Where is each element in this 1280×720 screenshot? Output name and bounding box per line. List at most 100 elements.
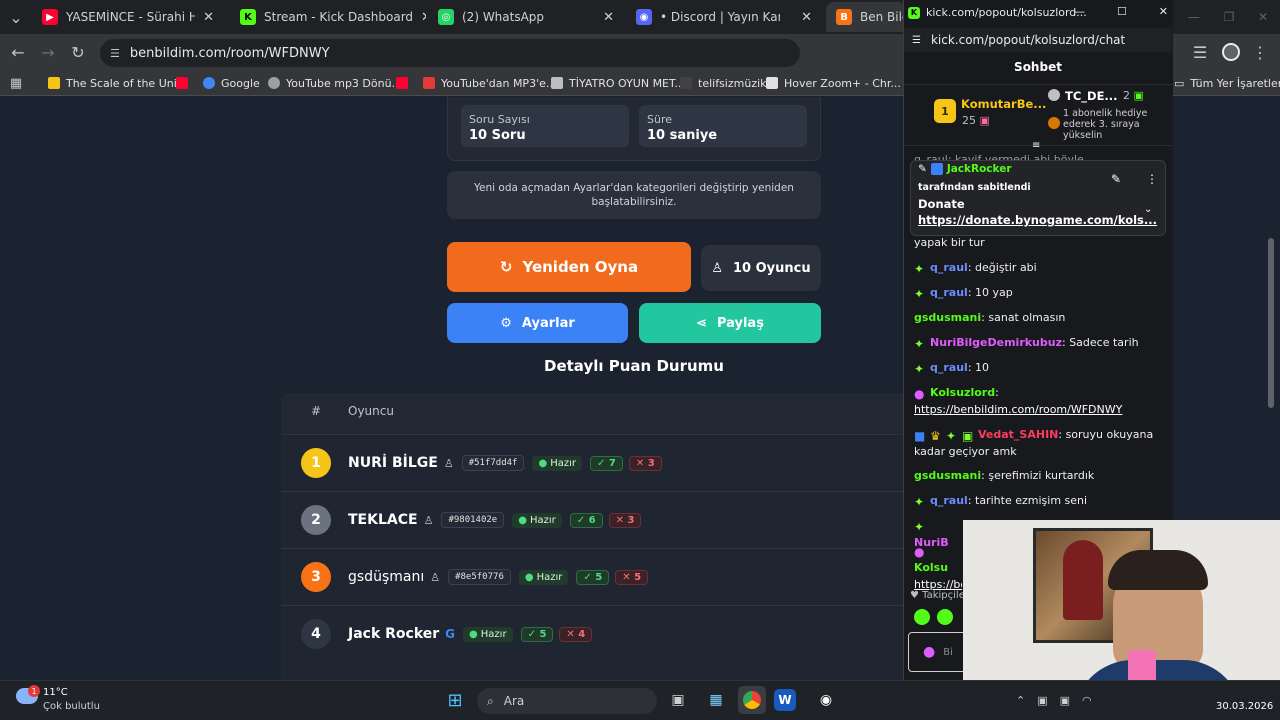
profile-avatar[interactable] bbox=[1222, 43, 1240, 61]
chat-link[interactable]: https://benbildim.com/room/WFDNWY bbox=[914, 403, 1122, 416]
tab-search-icon[interactable]: ⌄ bbox=[6, 7, 26, 27]
tab-kick-dashboard[interactable]: K Stream - Kick Dashboard ✕ bbox=[230, 2, 426, 32]
rank-column-header: # bbox=[311, 404, 322, 418]
chevron-down-icon[interactable]: ⌄ bbox=[1144, 204, 1152, 215]
rank-badge: 1 bbox=[301, 448, 331, 478]
taskbar-search[interactable]: ⌕ Ara bbox=[477, 688, 657, 714]
pinned-header: ✎ JackRocker bbox=[918, 163, 1012, 175]
refresh-icon: ↻ bbox=[499, 258, 513, 276]
all-bookmarks[interactable]: ▭ Tüm Yer İşaretleri bbox=[1174, 74, 1280, 92]
bookmark-telifsiz[interactable]: telifsizmüzik bbox=[680, 74, 767, 92]
chat-username[interactable]: gsdusmani bbox=[914, 311, 981, 324]
bookmark-scale[interactable]: The Scale of the Uni... bbox=[48, 74, 187, 92]
chat-message: ✦ q_raul: 10 yap bbox=[914, 286, 1013, 301]
table-row: 4 Jack Rocker G ● Hazır ✓ 5 ✕ 4 bbox=[281, 605, 903, 662]
close-icon[interactable]: ✕ bbox=[603, 10, 614, 25]
close-icon[interactable]: ✕ bbox=[421, 10, 426, 25]
gear-icon: ⚙ bbox=[500, 315, 512, 331]
tab-benbildim[interactable]: B Ben Bildim bbox=[826, 2, 906, 32]
address-bar[interactable]: ☰ benbildim.com/room/WFDNWY bbox=[100, 39, 800, 67]
chat-username[interactable]: gsdusmani bbox=[914, 469, 981, 482]
chat-username[interactable]: Kolsuzlord bbox=[930, 386, 995, 399]
share-button[interactable]: ⋖ Paylaş bbox=[639, 303, 821, 343]
chat-username[interactable]: q_raul bbox=[930, 494, 968, 507]
extensions-icon[interactable]: ☰ bbox=[1190, 42, 1210, 62]
chat-message: ● Kolsuzlord: https://benbildim.com/room/W… bbox=[914, 386, 1123, 416]
check-icon: ● bbox=[538, 457, 548, 469]
windows-start-icon[interactable]: ⊞ bbox=[441, 686, 469, 714]
chat-message: ✦ NuriBilgeDemirkubuz: Sadece tarih bbox=[914, 336, 1139, 351]
popup-address-bar[interactable]: ☰ kick.com/popout/kolsuzlord/chat bbox=[904, 28, 1172, 52]
pinned-link[interactable]: https://donate.bynogame.com/kols... bbox=[918, 213, 1157, 227]
minimize-icon[interactable]: — bbox=[1188, 10, 1200, 24]
chrome-logo bbox=[743, 691, 761, 709]
chat-input[interactable]: ● Bi bbox=[908, 632, 968, 672]
word-icon[interactable]: W bbox=[774, 689, 796, 711]
wifi-icon[interactable]: ◠ bbox=[1082, 694, 1092, 707]
user-icon: ♙ bbox=[423, 513, 434, 527]
settings-label: Ayarlar bbox=[521, 315, 575, 331]
maximize-icon[interactable]: ☐ bbox=[1117, 5, 1127, 18]
tab-youtube[interactable]: ▶ YASEMİNCE - Sürahi Hanım - Te ✕ bbox=[32, 2, 224, 32]
unpin-icon[interactable]: ✎ bbox=[1111, 172, 1121, 186]
chat-username[interactable]: q_raul bbox=[930, 361, 968, 374]
status-text: Hazır bbox=[536, 571, 563, 583]
bookmark-ytmp3[interactable]: YouTube mp3 Dönü... bbox=[268, 74, 402, 92]
bookmark-label: Hover Zoom+ - Chr... bbox=[784, 76, 901, 90]
chat-username[interactable]: NuriBilgeDemirkubuz bbox=[930, 336, 1062, 349]
task-view-icon[interactable]: ▣ bbox=[664, 686, 692, 714]
tab-discord[interactable]: ◉ • Discord | Yayın Kanalı | Ko ✕ bbox=[626, 2, 822, 32]
tab-whatsapp[interactable]: ◎ (2) WhatsApp ✕ bbox=[428, 2, 624, 32]
chrome-icon[interactable] bbox=[738, 686, 766, 714]
heart-icon: ♥ bbox=[910, 590, 919, 601]
reload-icon[interactable]: ↻ bbox=[68, 42, 88, 62]
tab-label: YASEMİNCE - Sürahi Hanım - Te bbox=[66, 10, 196, 24]
minimize-icon[interactable]: — bbox=[1074, 5, 1085, 18]
close-icon[interactable]: ✕ bbox=[801, 10, 812, 25]
tray-icon[interactable]: ▣ bbox=[1060, 694, 1070, 707]
settings-button[interactable]: ⚙ Ayarlar bbox=[447, 303, 628, 343]
page-scrollbar[interactable] bbox=[1268, 238, 1274, 408]
tray-icon[interactable]: ▣ bbox=[1037, 694, 1047, 707]
chat-username[interactable]: q_raul bbox=[930, 261, 968, 274]
chat-text: 10 yap bbox=[975, 286, 1013, 299]
collapse-icon[interactable]: ≡ bbox=[1032, 140, 1040, 151]
more-options-icon[interactable]: ⋮ bbox=[1146, 172, 1158, 186]
close-icon[interactable]: ✕ bbox=[203, 10, 214, 25]
wrong-value: 3 bbox=[647, 457, 655, 469]
chat-username[interactable]: Kolsu bbox=[914, 561, 948, 574]
player-count-button[interactable]: ♙ 10 Oyuncu bbox=[701, 245, 821, 291]
emote-icon[interactable] bbox=[914, 609, 930, 625]
chat-message: gsdusmani: sanat olmasın bbox=[914, 311, 1066, 324]
replay-button[interactable]: ↻ Yeniden Oyna bbox=[447, 242, 691, 292]
back-icon[interactable]: ← bbox=[8, 42, 28, 62]
bookmark-tiyatro[interactable]: TİYATRO OYUN MET... bbox=[551, 74, 685, 92]
forward-icon[interactable]: → bbox=[38, 42, 58, 62]
bookmark-yt-mp3[interactable]: YouTube'dan MP3'e... bbox=[423, 74, 556, 92]
chat-username[interactable]: q_raul bbox=[930, 286, 968, 299]
microphone-badge-icon: ● bbox=[914, 387, 925, 401]
address-text: benbildim.com/room/WFDNWY bbox=[129, 45, 330, 61]
correct-count: ✓ 5 bbox=[576, 569, 610, 585]
scoreboard-title: Detaylı Puan Durumu bbox=[544, 357, 724, 375]
maximize-icon[interactable]: ❐ bbox=[1224, 10, 1235, 24]
bookmark-google[interactable]: Google bbox=[203, 74, 260, 92]
gift-icon: ▣ bbox=[979, 114, 990, 127]
bookmark-youtube[interactable] bbox=[176, 74, 188, 92]
site-info-icon[interactable]: ☰ bbox=[110, 47, 120, 60]
apps-grid-icon[interactable]: ▦ bbox=[6, 73, 26, 93]
close-window-icon[interactable]: ✕ bbox=[1159, 5, 1168, 18]
close-window-icon[interactable]: ✕ bbox=[1258, 10, 1268, 24]
bookmark-hoverzoom[interactable]: Hover Zoom+ - Chr... bbox=[766, 74, 901, 92]
menu-icon[interactable]: ⋮ bbox=[1250, 42, 1270, 62]
app-icon[interactable]: ◉ bbox=[812, 686, 840, 714]
benbildim-icon: B bbox=[836, 9, 852, 25]
chat-username[interactable]: Vedat_SAHIN bbox=[978, 428, 1058, 441]
bookmark-youtube-2[interactable] bbox=[396, 74, 408, 92]
emote-icon[interactable] bbox=[937, 609, 953, 625]
pinned-by: tarafından sabitlendi bbox=[918, 182, 1031, 193]
chat-message: ✦ q_raul: değiştir abi bbox=[914, 261, 1037, 276]
widgets-icon[interactable]: ▦ bbox=[702, 686, 730, 714]
duration-label: Süre bbox=[647, 113, 673, 126]
chevron-up-icon[interactable]: ⌃ bbox=[1016, 694, 1025, 707]
